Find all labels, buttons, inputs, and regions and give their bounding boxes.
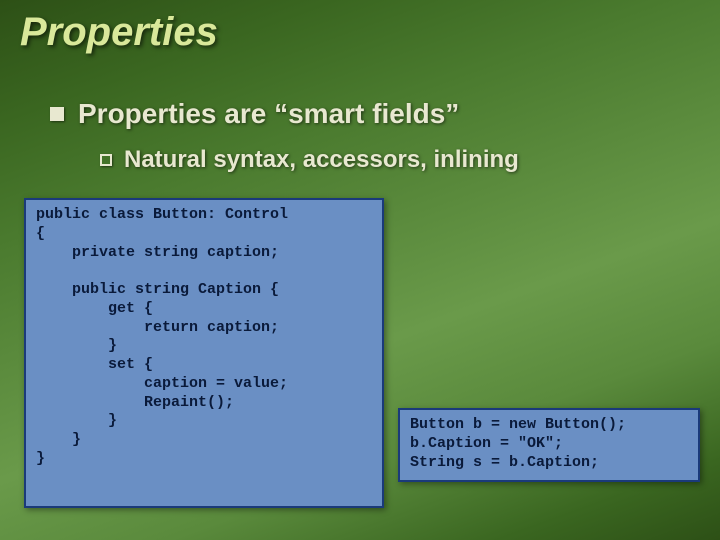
- slide: Properties Properties are “smart fields”…: [0, 0, 720, 540]
- hollow-square-bullet-icon: [100, 154, 112, 166]
- bullet-l2-text: Natural syntax, accessors, inlining: [124, 146, 519, 174]
- slide-title: Properties: [20, 10, 218, 55]
- bullet-level-1: Properties are “smart fields”: [50, 98, 459, 130]
- square-bullet-icon: [50, 107, 64, 121]
- bullet-level-2: Natural syntax, accessors, inlining: [100, 146, 519, 174]
- code-left: public class Button: Control { private s…: [36, 206, 372, 469]
- code-box-class-definition: public class Button: Control { private s…: [24, 198, 384, 508]
- bullet-l1-text: Properties are “smart fields”: [78, 98, 459, 130]
- code-right: Button b = new Button(); b.Caption = "OK…: [410, 416, 688, 472]
- code-box-usage: Button b = new Button(); b.Caption = "OK…: [398, 408, 700, 482]
